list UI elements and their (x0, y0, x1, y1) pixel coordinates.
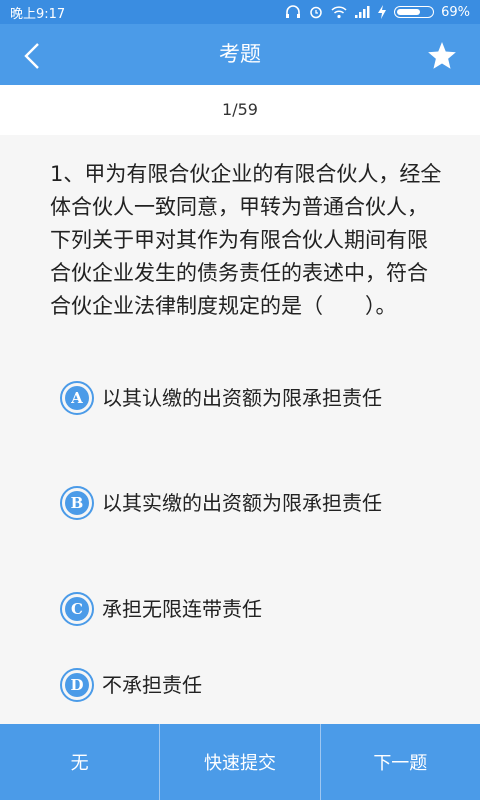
wifi-icon (331, 6, 347, 19)
option-c-text: 承担无限连带责任 (102, 597, 262, 621)
option-d[interactable]: D 不承担责任 (60, 668, 440, 702)
option-c-letter: C (65, 597, 89, 621)
quick-submit-button[interactable]: 快速提交 (160, 724, 321, 800)
option-c-badge: C (60, 592, 94, 626)
charging-icon (378, 5, 387, 19)
option-a-text: 以其认缴的出资额为限承担责任 (102, 386, 382, 410)
question-counter: 1/59 (0, 85, 480, 135)
headphones-icon (286, 5, 301, 18)
next-question-button[interactable]: 下一题 (321, 724, 480, 800)
star-icon (428, 42, 456, 69)
question-text: 1、甲为有限合伙企业的有限合伙人，经全体合伙人一致同意，甲转为普通合伙人，下列关… (50, 162, 442, 318)
option-b-text: 以其实缴的出资额为限承担责任 (102, 491, 382, 515)
option-d-text: 不承担责任 (102, 673, 202, 697)
page-title: 考题 (219, 42, 261, 66)
bottom-bar: 无 快速提交 下一题 (0, 724, 480, 800)
signal-icon (355, 6, 370, 18)
app-bar: 考题 (0, 24, 480, 85)
alarm-icon (310, 6, 322, 19)
option-a-badge: A (60, 381, 94, 415)
option-b-letter: B (65, 491, 89, 515)
option-d-letter: D (65, 673, 89, 697)
option-b-badge: B (60, 486, 94, 520)
status-bar: 晚上9:17 69% (0, 0, 480, 24)
option-c[interactable]: C 承担无限连带责任 (60, 592, 440, 626)
battery-icon (394, 6, 435, 18)
none-button[interactable]: 无 (0, 724, 161, 800)
status-icons: 69% (285, 5, 470, 20)
option-a[interactable]: A 以其认缴的出资额为限承担责任 (60, 381, 440, 415)
status-time: 晚上9:17 (10, 6, 66, 22)
battery-percent: 69% (441, 4, 470, 20)
battery-fill (397, 9, 420, 15)
favorite-button[interactable] (424, 38, 460, 74)
option-a-letter: A (65, 386, 89, 410)
option-b[interactable]: B 以其实缴的出资额为限承担责任 (60, 486, 440, 520)
option-d-badge: D (60, 668, 94, 702)
